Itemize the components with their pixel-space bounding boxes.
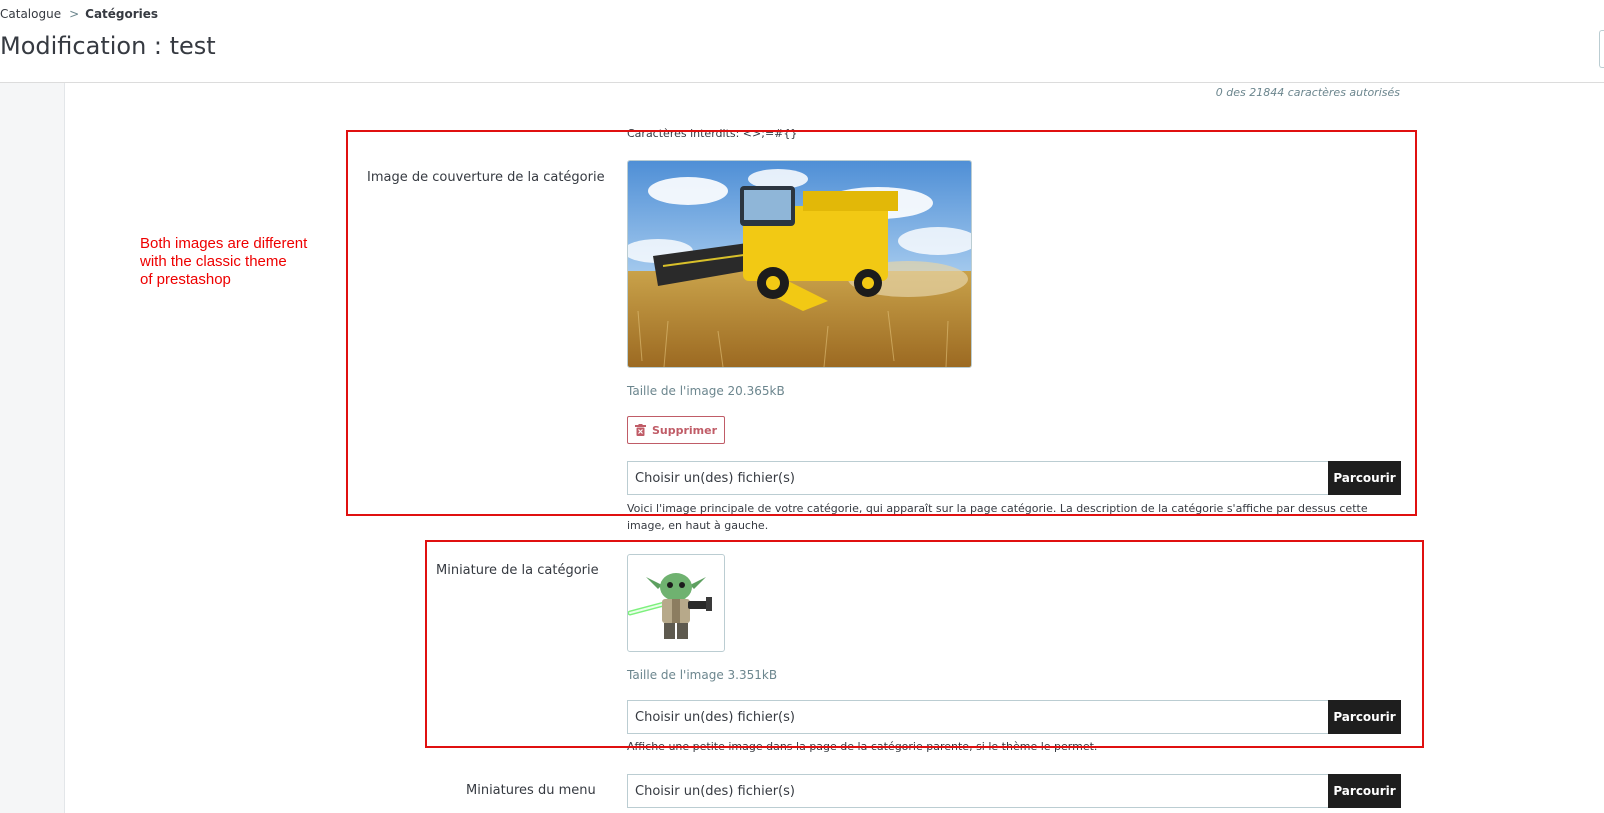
menu-thumbnails-file-input[interactable]: Choisir un(des) fichier(s): [627, 774, 1328, 808]
page-title: Modification : test: [0, 32, 216, 60]
annotation-box-thumbnail: [425, 540, 1424, 748]
annotation-text: Both images are different with the class…: [140, 235, 308, 288]
menu-thumbnails-file-picker: Choisir un(des) fichier(s) Parcourir: [627, 774, 1401, 808]
breadcrumb-separator: >: [69, 7, 80, 21]
page-header: Catalogue > Catégories Modification : test: [0, 0, 1604, 83]
menu-thumbnails-browse-button[interactable]: Parcourir: [1328, 774, 1401, 808]
breadcrumb: Catalogue > Catégories: [0, 7, 158, 21]
sidebar: [0, 83, 65, 813]
menu-thumbnails-label: Miniatures du menu: [466, 783, 596, 798]
breadcrumb-catalogue-link[interactable]: Catalogue: [0, 7, 61, 21]
header-action-button-edge[interactable]: [1599, 30, 1604, 68]
annotation-box-cover: [346, 130, 1417, 516]
description-char-counter: 0 des 21844 caractères autorisés: [1215, 86, 1400, 99]
breadcrumb-current: Catégories: [85, 7, 159, 21]
